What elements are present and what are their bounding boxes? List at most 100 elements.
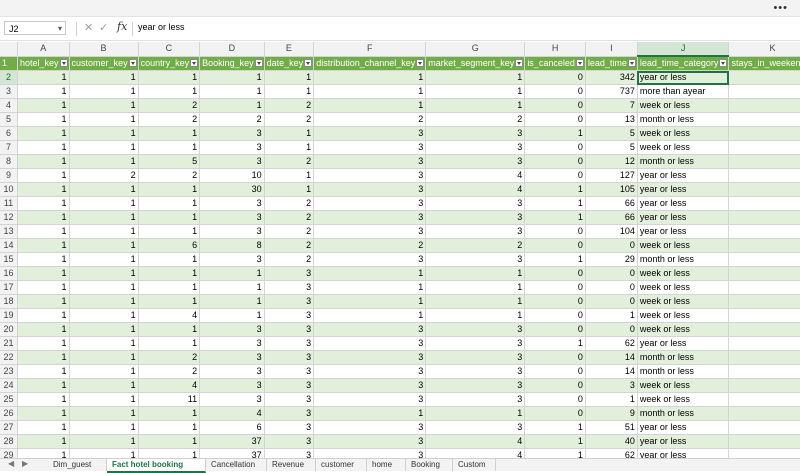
table-cell[interactable]: 3	[425, 140, 526, 155]
table-cell[interactable]: 3	[313, 434, 427, 449]
table-cell[interactable]: week or less	[637, 378, 730, 393]
table-cell[interactable]: 3	[313, 154, 427, 169]
table-cell[interactable]: 1	[585, 392, 638, 407]
table-cell[interactable]: 37	[199, 448, 265, 458]
table-cell[interactable]: 1	[69, 392, 139, 407]
table-cell[interactable]: 66	[585, 196, 638, 211]
row-header[interactable]: 15	[0, 252, 19, 267]
table-cell[interactable]: 3	[199, 322, 265, 337]
table-cell[interactable]: year or less	[637, 448, 730, 458]
table-cell[interactable]: 0	[524, 266, 586, 281]
table-cell[interactable]: 3	[264, 392, 315, 407]
table-cell[interactable]: 4	[138, 308, 201, 323]
table-cell[interactable]: 0	[524, 406, 586, 421]
column-header-i[interactable]: I	[585, 42, 638, 57]
row-header[interactable]: 9	[0, 168, 19, 183]
table-cell[interactable]: year or less	[637, 420, 730, 435]
table-cell[interactable]: 0	[524, 350, 586, 365]
table-cell[interactable]: 3	[264, 448, 315, 458]
row-header[interactable]: 13	[0, 224, 19, 239]
table-cell[interactable]: 0	[524, 224, 586, 239]
table-cell[interactable]: 1	[69, 336, 139, 351]
table-cell[interactable]: 2	[264, 224, 315, 239]
table-cell[interactable]: 1	[425, 84, 526, 99]
table-cell[interactable]: 1	[264, 140, 315, 155]
row-header[interactable]: 5	[0, 112, 19, 127]
table-cell[interactable]: 3	[199, 378, 265, 393]
table-cell[interactable]: 1	[17, 448, 70, 458]
row-header[interactable]: 3	[0, 84, 19, 99]
table-cell[interactable]: 1	[138, 448, 201, 458]
row-header[interactable]: 22	[0, 350, 19, 365]
table-cell[interactable]: 3	[199, 350, 265, 365]
column-header-c[interactable]: C	[138, 42, 201, 57]
table-cell[interactable]: 6	[199, 420, 265, 435]
table-cell[interactable]: month or less	[637, 154, 730, 169]
table-cell[interactable]: 3	[264, 308, 315, 323]
table-cell[interactable]: 1	[17, 196, 70, 211]
sheet-tab[interactable]: customer	[316, 459, 367, 471]
table-cell[interactable]: 13	[585, 112, 638, 127]
table-cell[interactable]: 2	[264, 210, 315, 225]
table-cell[interactable]: 1	[69, 266, 139, 281]
table-cell[interactable]: 3	[425, 392, 526, 407]
row-header[interactable]: 21	[0, 336, 19, 351]
header-cell-Booking-key[interactable]: Booking_key	[199, 56, 265, 71]
table-cell[interactable]	[728, 196, 800, 211]
table-cell[interactable]: 2	[264, 238, 315, 253]
table-cell[interactable]: 37	[199, 434, 265, 449]
filter-dropdown-icon[interactable]	[254, 58, 263, 67]
table-cell[interactable]: 1	[17, 266, 70, 281]
header-cell-lead-time-category[interactable]: lead_time_category	[637, 56, 730, 71]
table-cell[interactable]: 1	[313, 406, 427, 421]
table-cell[interactable]: 1	[313, 98, 427, 113]
row-header[interactable]: 10	[0, 182, 19, 197]
enter-icon[interactable]: ✓	[99, 21, 108, 34]
table-cell[interactable]: 0	[524, 140, 586, 155]
table-cell[interactable]: 1	[138, 434, 201, 449]
table-cell[interactable]: 1	[17, 420, 70, 435]
table-cell[interactable]: 2	[264, 112, 315, 127]
table-cell[interactable]: 2	[313, 112, 427, 127]
row-header[interactable]: 27	[0, 420, 19, 435]
table-cell[interactable]: 3	[199, 392, 265, 407]
row-header[interactable]: 11	[0, 196, 19, 211]
table-cell[interactable]: 1	[69, 238, 139, 253]
table-cell[interactable]: 1	[17, 210, 70, 225]
table-cell[interactable]: 1	[199, 70, 265, 85]
table-cell[interactable]: 51	[585, 420, 638, 435]
table-cell[interactable]: 1	[313, 294, 427, 309]
table-cell[interactable]: 4	[199, 406, 265, 421]
table-cell[interactable]: 1	[69, 126, 139, 141]
table-cell[interactable]: 1	[524, 448, 586, 458]
table-cell[interactable]: 1	[17, 70, 70, 85]
table-cell[interactable]: 4	[425, 448, 526, 458]
table-cell[interactable]	[728, 448, 800, 458]
table-cell[interactable]: year or less	[637, 196, 730, 211]
table-cell[interactable]: 3	[313, 196, 427, 211]
table-cell[interactable]: 0	[524, 70, 586, 85]
table-cell[interactable]: 1	[69, 224, 139, 239]
table-cell[interactable]: 3	[313, 448, 427, 458]
table-cell[interactable]: 2	[138, 98, 201, 113]
table-cell[interactable]: 1	[138, 224, 201, 239]
row-header[interactable]: 7	[0, 140, 19, 155]
filter-dropdown-icon[interactable]	[59, 58, 68, 67]
table-cell[interactable]: 1	[17, 126, 70, 141]
table-cell[interactable]	[728, 322, 800, 337]
row-header[interactable]: 1	[0, 56, 19, 71]
header-cell-country-key[interactable]: country_key	[138, 56, 201, 71]
table-cell[interactable]	[728, 238, 800, 253]
scroll-left-icon[interactable]: ◀	[8, 459, 14, 468]
row-header[interactable]: 20	[0, 322, 19, 337]
table-cell[interactable]: 1	[425, 406, 526, 421]
sheet-tab[interactable]: home	[367, 459, 406, 471]
table-cell[interactable]: 1	[199, 266, 265, 281]
row-header[interactable]: 24	[0, 378, 19, 393]
table-cell[interactable]: 3	[313, 336, 427, 351]
table-cell[interactable]	[728, 280, 800, 295]
table-cell[interactable]: 62	[585, 448, 638, 458]
table-cell[interactable]: 3	[199, 252, 265, 267]
table-cell[interactable]: year or less	[637, 70, 730, 85]
table-cell[interactable]: 0	[524, 154, 586, 169]
